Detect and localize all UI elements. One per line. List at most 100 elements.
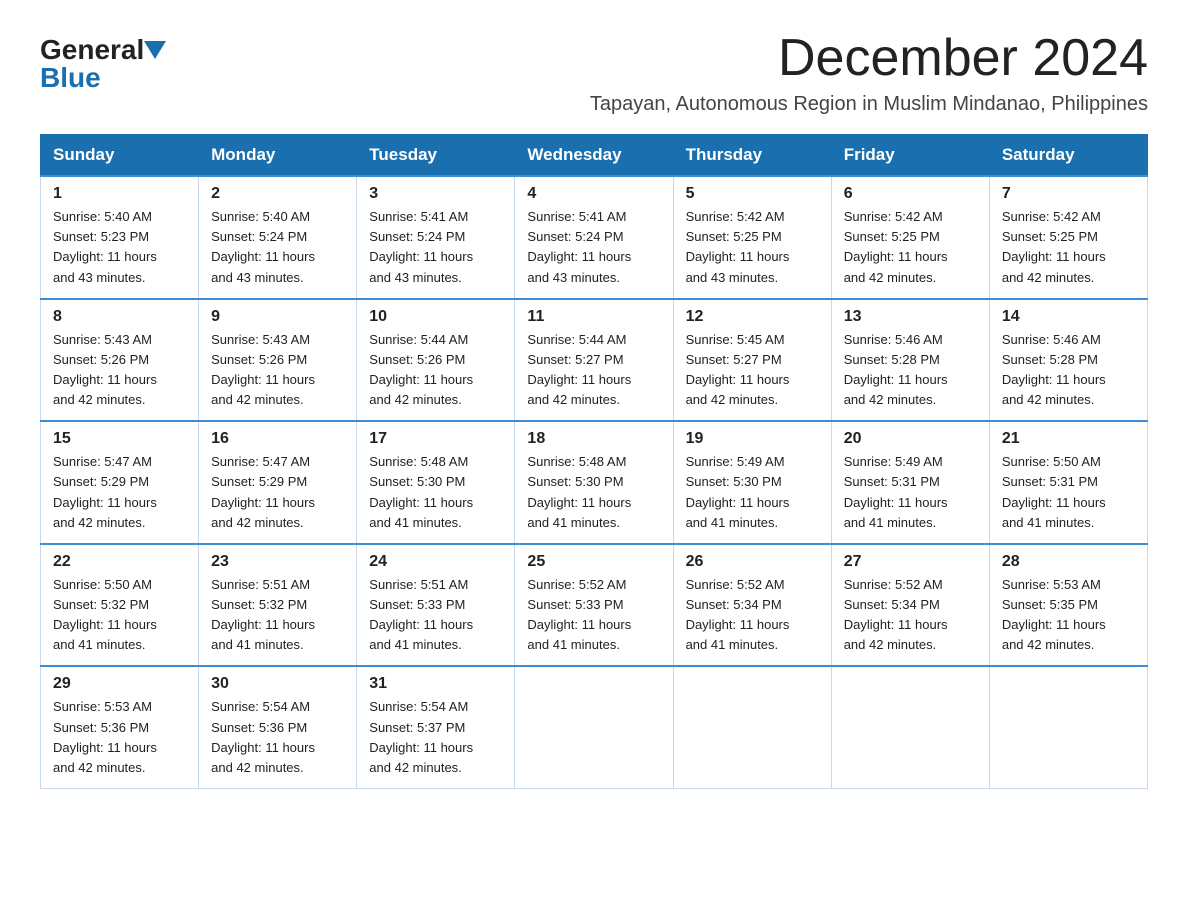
calendar-cell: 7 Sunrise: 5:42 AMSunset: 5:25 PMDayligh… — [989, 176, 1147, 299]
day-info: Sunrise: 5:52 AMSunset: 5:33 PMDaylight:… — [527, 575, 660, 656]
day-info: Sunrise: 5:52 AMSunset: 5:34 PMDaylight:… — [844, 575, 977, 656]
title-block: December 2024 Tapayan, Autonomous Region… — [590, 30, 1148, 116]
day-number: 23 — [211, 553, 344, 571]
calendar-cell: 27 Sunrise: 5:52 AMSunset: 5:34 PMDaylig… — [831, 544, 989, 667]
day-number: 12 — [686, 308, 819, 326]
calendar-cell — [989, 666, 1147, 788]
calendar-cell: 3 Sunrise: 5:41 AMSunset: 5:24 PMDayligh… — [357, 176, 515, 299]
day-number: 3 — [369, 185, 502, 203]
day-number: 28 — [1002, 553, 1135, 571]
day-number: 26 — [686, 553, 819, 571]
day-number: 2 — [211, 185, 344, 203]
day-info: Sunrise: 5:45 AMSunset: 5:27 PMDaylight:… — [686, 330, 819, 411]
calendar-cell: 19 Sunrise: 5:49 AMSunset: 5:30 PMDaylig… — [673, 421, 831, 544]
calendar-cell: 29 Sunrise: 5:53 AMSunset: 5:36 PMDaylig… — [41, 666, 199, 788]
day-info: Sunrise: 5:46 AMSunset: 5:28 PMDaylight:… — [844, 330, 977, 411]
day-number: 20 — [844, 430, 977, 448]
calendar-cell: 20 Sunrise: 5:49 AMSunset: 5:31 PMDaylig… — [831, 421, 989, 544]
day-info: Sunrise: 5:47 AMSunset: 5:29 PMDaylight:… — [53, 452, 186, 533]
logo-blue: Blue — [40, 62, 101, 93]
day-info: Sunrise: 5:46 AMSunset: 5:28 PMDaylight:… — [1002, 330, 1135, 411]
calendar-cell: 9 Sunrise: 5:43 AMSunset: 5:26 PMDayligh… — [199, 299, 357, 422]
day-number: 27 — [844, 553, 977, 571]
day-info: Sunrise: 5:44 AMSunset: 5:27 PMDaylight:… — [527, 330, 660, 411]
page-header: General Blue December 2024 Tapayan, Auto… — [40, 30, 1148, 116]
day-info: Sunrise: 5:40 AMSunset: 5:24 PMDaylight:… — [211, 207, 344, 288]
calendar-cell: 21 Sunrise: 5:50 AMSunset: 5:31 PMDaylig… — [989, 421, 1147, 544]
month-title: December 2024 — [590, 30, 1148, 87]
weekday-header-tuesday: Tuesday — [357, 135, 515, 177]
day-number: 8 — [53, 308, 186, 326]
calendar-cell — [515, 666, 673, 788]
calendar-cell: 6 Sunrise: 5:42 AMSunset: 5:25 PMDayligh… — [831, 176, 989, 299]
calendar-week-row: 29 Sunrise: 5:53 AMSunset: 5:36 PMDaylig… — [41, 666, 1148, 788]
calendar-cell: 4 Sunrise: 5:41 AMSunset: 5:24 PMDayligh… — [515, 176, 673, 299]
day-info: Sunrise: 5:42 AMSunset: 5:25 PMDaylight:… — [686, 207, 819, 288]
calendar-week-row: 1 Sunrise: 5:40 AMSunset: 5:23 PMDayligh… — [41, 176, 1148, 299]
calendar-cell: 23 Sunrise: 5:51 AMSunset: 5:32 PMDaylig… — [199, 544, 357, 667]
weekday-header-saturday: Saturday — [989, 135, 1147, 177]
calendar-cell: 11 Sunrise: 5:44 AMSunset: 5:27 PMDaylig… — [515, 299, 673, 422]
calendar-cell: 5 Sunrise: 5:42 AMSunset: 5:25 PMDayligh… — [673, 176, 831, 299]
calendar-cell — [831, 666, 989, 788]
weekday-header-wednesday: Wednesday — [515, 135, 673, 177]
calendar-cell: 1 Sunrise: 5:40 AMSunset: 5:23 PMDayligh… — [41, 176, 199, 299]
day-info: Sunrise: 5:47 AMSunset: 5:29 PMDaylight:… — [211, 452, 344, 533]
day-number: 16 — [211, 430, 344, 448]
day-info: Sunrise: 5:53 AMSunset: 5:36 PMDaylight:… — [53, 697, 186, 778]
day-number: 4 — [527, 185, 660, 203]
day-info: Sunrise: 5:48 AMSunset: 5:30 PMDaylight:… — [369, 452, 502, 533]
day-info: Sunrise: 5:51 AMSunset: 5:32 PMDaylight:… — [211, 575, 344, 656]
day-info: Sunrise: 5:49 AMSunset: 5:30 PMDaylight:… — [686, 452, 819, 533]
day-info: Sunrise: 5:50 AMSunset: 5:31 PMDaylight:… — [1002, 452, 1135, 533]
day-number: 25 — [527, 553, 660, 571]
logo-triangle-icon — [144, 41, 166, 59]
day-info: Sunrise: 5:42 AMSunset: 5:25 PMDaylight:… — [1002, 207, 1135, 288]
day-number: 24 — [369, 553, 502, 571]
calendar-cell: 10 Sunrise: 5:44 AMSunset: 5:26 PMDaylig… — [357, 299, 515, 422]
day-info: Sunrise: 5:51 AMSunset: 5:33 PMDaylight:… — [369, 575, 502, 656]
day-info: Sunrise: 5:48 AMSunset: 5:30 PMDaylight:… — [527, 452, 660, 533]
day-info: Sunrise: 5:52 AMSunset: 5:34 PMDaylight:… — [686, 575, 819, 656]
calendar-week-row: 8 Sunrise: 5:43 AMSunset: 5:26 PMDayligh… — [41, 299, 1148, 422]
day-number: 5 — [686, 185, 819, 203]
logo-general: General — [40, 36, 144, 64]
day-info: Sunrise: 5:54 AMSunset: 5:37 PMDaylight:… — [369, 697, 502, 778]
day-info: Sunrise: 5:53 AMSunset: 5:35 PMDaylight:… — [1002, 575, 1135, 656]
day-number: 1 — [53, 185, 186, 203]
day-number: 21 — [1002, 430, 1135, 448]
day-info: Sunrise: 5:41 AMSunset: 5:24 PMDaylight:… — [369, 207, 502, 288]
calendar-cell: 24 Sunrise: 5:51 AMSunset: 5:33 PMDaylig… — [357, 544, 515, 667]
weekday-header-friday: Friday — [831, 135, 989, 177]
calendar-cell: 17 Sunrise: 5:48 AMSunset: 5:30 PMDaylig… — [357, 421, 515, 544]
day-number: 13 — [844, 308, 977, 326]
calendar-table: SundayMondayTuesdayWednesdayThursdayFrid… — [40, 134, 1148, 789]
calendar-cell: 14 Sunrise: 5:46 AMSunset: 5:28 PMDaylig… — [989, 299, 1147, 422]
calendar-cell: 30 Sunrise: 5:54 AMSunset: 5:36 PMDaylig… — [199, 666, 357, 788]
calendar-cell: 25 Sunrise: 5:52 AMSunset: 5:33 PMDaylig… — [515, 544, 673, 667]
logo: General Blue — [40, 36, 166, 92]
weekday-header-monday: Monday — [199, 135, 357, 177]
day-info: Sunrise: 5:43 AMSunset: 5:26 PMDaylight:… — [211, 330, 344, 411]
calendar-cell: 13 Sunrise: 5:46 AMSunset: 5:28 PMDaylig… — [831, 299, 989, 422]
weekday-header-thursday: Thursday — [673, 135, 831, 177]
location-subtitle: Tapayan, Autonomous Region in Muslim Min… — [590, 93, 1148, 116]
calendar-cell: 8 Sunrise: 5:43 AMSunset: 5:26 PMDayligh… — [41, 299, 199, 422]
calendar-cell: 28 Sunrise: 5:53 AMSunset: 5:35 PMDaylig… — [989, 544, 1147, 667]
calendar-cell — [673, 666, 831, 788]
day-number: 19 — [686, 430, 819, 448]
calendar-cell: 2 Sunrise: 5:40 AMSunset: 5:24 PMDayligh… — [199, 176, 357, 299]
day-number: 7 — [1002, 185, 1135, 203]
day-info: Sunrise: 5:50 AMSunset: 5:32 PMDaylight:… — [53, 575, 186, 656]
day-number: 22 — [53, 553, 186, 571]
calendar-cell: 22 Sunrise: 5:50 AMSunset: 5:32 PMDaylig… — [41, 544, 199, 667]
day-number: 15 — [53, 430, 186, 448]
weekday-header-sunday: Sunday — [41, 135, 199, 177]
day-info: Sunrise: 5:43 AMSunset: 5:26 PMDaylight:… — [53, 330, 186, 411]
day-number: 11 — [527, 308, 660, 326]
day-info: Sunrise: 5:42 AMSunset: 5:25 PMDaylight:… — [844, 207, 977, 288]
weekday-header-row: SundayMondayTuesdayWednesdayThursdayFrid… — [41, 135, 1148, 177]
day-number: 31 — [369, 675, 502, 693]
day-number: 30 — [211, 675, 344, 693]
calendar-cell: 16 Sunrise: 5:47 AMSunset: 5:29 PMDaylig… — [199, 421, 357, 544]
